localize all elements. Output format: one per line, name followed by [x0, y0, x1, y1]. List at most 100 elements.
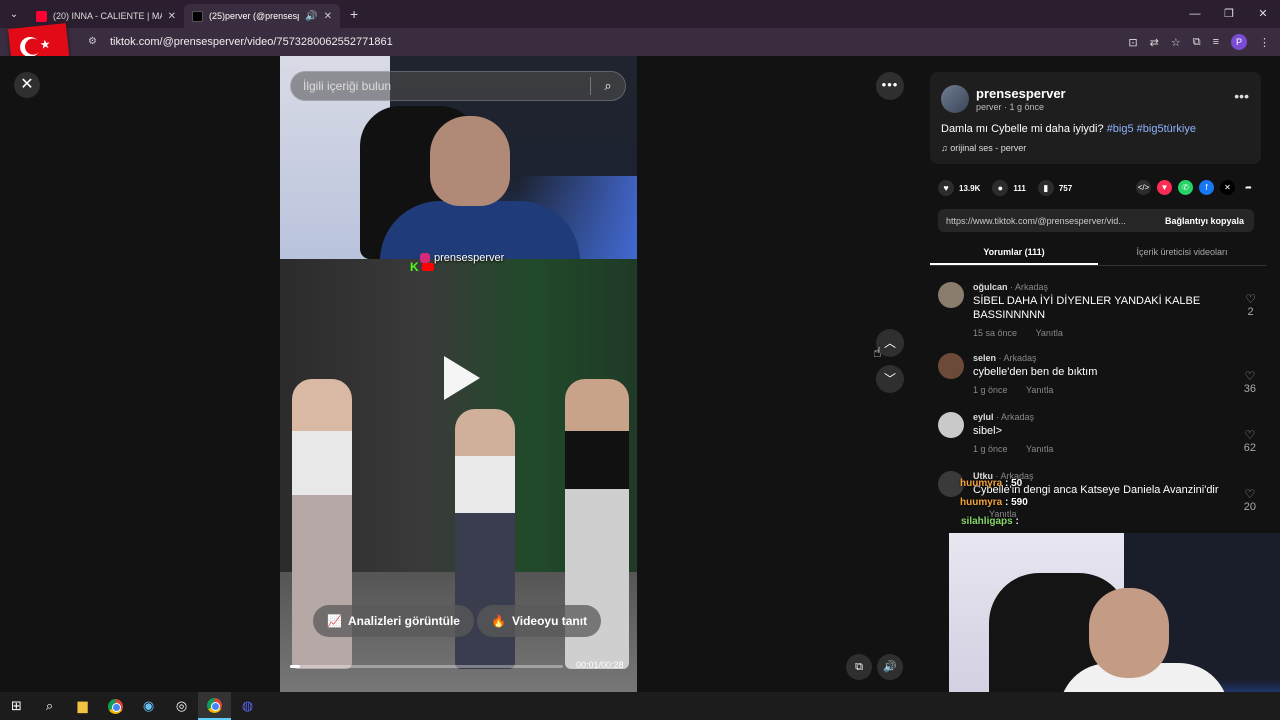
share-link-box: https://www.tiktok.com/@prensesperver/vi… — [938, 209, 1254, 232]
view-analytics-button[interactable]: 📈 Analizleri görüntüle — [313, 605, 474, 637]
profile-avatar[interactable]: P — [1231, 34, 1247, 50]
comment-time: 1 g önce — [973, 444, 1008, 454]
file-explorer-icon[interactable]: ▆ — [66, 692, 99, 720]
new-tab-button[interactable]: + — [340, 6, 368, 22]
close-video-button[interactable]: ✕ — [14, 72, 40, 98]
media-controls-icon[interactable]: ≡ — [1213, 36, 1219, 48]
url-text[interactable]: tiktok.com/@prensesperver/video/75732800… — [110, 36, 393, 48]
video-progress-bar[interactable] — [290, 665, 563, 668]
close-window-button[interactable]: ✕ — [1246, 0, 1280, 28]
reply-button[interactable]: Yanıtla — [1036, 328, 1063, 338]
music-line[interactable]: ♫ orijinal ses - perver — [941, 143, 1026, 153]
promote-video-button[interactable]: 🔥 Videoyu tanıt — [477, 605, 602, 637]
stream-chat-line: huumyra : 50 — [960, 478, 1022, 489]
play-icon[interactable] — [444, 356, 480, 400]
chat-text: : — [1015, 516, 1019, 527]
search-icon[interactable]: ⌕ — [33, 692, 66, 720]
comment-text: sibel> — [973, 425, 1003, 437]
author-avatar[interactable] — [941, 85, 969, 113]
author-name[interactable]: prensesperver — [976, 86, 1066, 101]
comment-text: cybelle'den ben de bıktım — [973, 366, 1098, 378]
close-tab-icon[interactable]: ✕ — [324, 11, 332, 22]
comment-action[interactable]: ● 111 — [992, 180, 1026, 196]
floating-player-button[interactable]: ⧉ — [846, 654, 872, 680]
comment-item: eylul · Arkadaş sibel> 1 g önce Yanıtla … — [938, 412, 1268, 456]
window-controls: — ❐ ✕ — [1178, 0, 1280, 28]
comment-like-button[interactable]: ♡ 20 — [1244, 487, 1256, 513]
video-caption: Damla mı Cybelle mi daha iyiydi? #big5 #… — [941, 123, 1196, 135]
share-buttons: </> ▼ ✆ f ✕ ➦ — [1136, 180, 1256, 195]
streamer-face — [430, 116, 510, 206]
volume-button[interactable]: 🔊 — [877, 654, 903, 680]
commenter-relation: · Arkadaş — [996, 412, 1035, 422]
share-link-text[interactable]: https://www.tiktok.com/@prensesperver/vi… — [938, 216, 1155, 226]
bookmark-icon: ▮ — [1037, 180, 1054, 196]
extensions-icon[interactable]: ⧉ — [1193, 36, 1201, 49]
youtube-icon — [422, 263, 434, 271]
related-content-search: ⌕ — [290, 71, 626, 101]
copy-link-button[interactable]: Bağlantıyı kopyala — [1155, 216, 1254, 226]
reply-button[interactable]: Yanıtla — [1026, 444, 1053, 454]
chart-icon: 📈 — [327, 614, 342, 628]
save-action[interactable]: ▮ 757 — [1037, 180, 1072, 196]
caption-hashtags[interactable]: #big5 #big5türkiye — [1107, 123, 1196, 135]
tab-comments[interactable]: Yorumlar (111) — [930, 240, 1098, 265]
instagram-icon — [420, 253, 430, 263]
chrome-icon[interactable] — [99, 692, 132, 720]
mouse-cursor-icon: ☝ — [873, 344, 882, 360]
reply-button[interactable]: Yanıtla — [1026, 385, 1053, 395]
facebook-icon[interactable]: f — [1199, 180, 1214, 195]
chrome-active-icon[interactable] — [198, 692, 231, 720]
tab-creator-videos[interactable]: İçerik üreticisi videoları — [1098, 240, 1266, 265]
next-video-button[interactable]: ﹀ — [876, 365, 904, 393]
commenter-avatar[interactable] — [938, 282, 964, 308]
flag-star-icon: ★ — [39, 36, 52, 52]
comment-like-button[interactable]: ♡ 36 — [1244, 369, 1256, 395]
share-arrow-icon[interactable]: ➦ — [1241, 180, 1256, 195]
chrome-menu-icon[interactable]: ⋮ — [1259, 36, 1270, 49]
steam-icon[interactable]: ◉ — [132, 692, 165, 720]
browser-tab-tiktok[interactable]: (25)perver (@prensesperver 🔊 ✕ — [184, 4, 340, 28]
site-info-icon[interactable]: ⚙ — [88, 36, 100, 48]
engagement-actions: ♥ 13.9K ● 111 ▮ 757 — [938, 180, 1084, 196]
comment-like-button[interactable]: ♡ 2 — [1245, 292, 1256, 318]
tiktok-favicon-icon — [192, 10, 203, 22]
embed-icon[interactable]: </> — [1136, 180, 1151, 195]
comment-like-button[interactable]: ♡ 62 — [1244, 428, 1256, 454]
close-tab-icon[interactable]: ✕ — [168, 11, 176, 22]
search-icon[interactable]: ⌕ — [591, 78, 625, 94]
install-app-icon[interactable]: ⊡ — [1128, 36, 1137, 49]
video-player[interactable]: ⌕ prensesperver K 📈 Analizleri görüntüle… — [280, 56, 637, 692]
heart-outline-icon: ♡ — [1244, 428, 1256, 442]
like-action[interactable]: ♥ 13.9K — [938, 180, 980, 196]
chrome-logo — [207, 697, 222, 713]
more-options-button[interactable]: ••• — [876, 72, 904, 100]
commenter-name[interactable]: eylul — [973, 412, 994, 422]
discord-icon[interactable]: ◍ — [231, 692, 264, 720]
repost-icon[interactable]: ▼ — [1157, 180, 1172, 195]
restore-button[interactable]: ❐ — [1212, 0, 1246, 28]
comment-header: selen · Arkadaş — [973, 353, 1037, 363]
webcam-face — [1089, 588, 1169, 678]
tab-title: (20) INNA - CALIENTE | MAJOR — [53, 11, 162, 21]
view-analytics-label: Analizleri görüntüle — [347, 614, 460, 628]
comment-meta: 15 sa önce Yanıtla — [973, 328, 1063, 338]
obs-icon[interactable]: ◎ — [165, 692, 198, 720]
tab-search-button[interactable]: ⌄ — [0, 0, 28, 28]
comment-text: SİBEL DAHA İYİ DİYENLER YANDAKİ KALBE BA… — [973, 295, 1201, 321]
commenter-avatar[interactable] — [938, 412, 964, 438]
commenter-name[interactable]: selen — [973, 353, 996, 363]
windows-start-icon[interactable]: ⊞ — [0, 692, 33, 720]
speaker-icon[interactable]: 🔊 — [305, 11, 317, 22]
whatsapp-icon[interactable]: ✆ — [1178, 180, 1193, 195]
search-input[interactable] — [291, 79, 590, 93]
video-time: 00:01/00:28 — [576, 660, 624, 670]
x-icon[interactable]: ✕ — [1220, 180, 1235, 195]
commenter-avatar[interactable] — [938, 353, 964, 379]
bookmark-star-icon[interactable]: ☆ — [1171, 36, 1181, 49]
minimize-button[interactable]: — — [1178, 0, 1212, 28]
heart-outline-icon: ♡ — [1244, 487, 1256, 501]
commenter-name[interactable]: oğulcan — [973, 282, 1008, 292]
translate-icon[interactable]: ⇄ — [1150, 36, 1159, 49]
author-more-icon[interactable]: ••• — [1234, 88, 1249, 104]
